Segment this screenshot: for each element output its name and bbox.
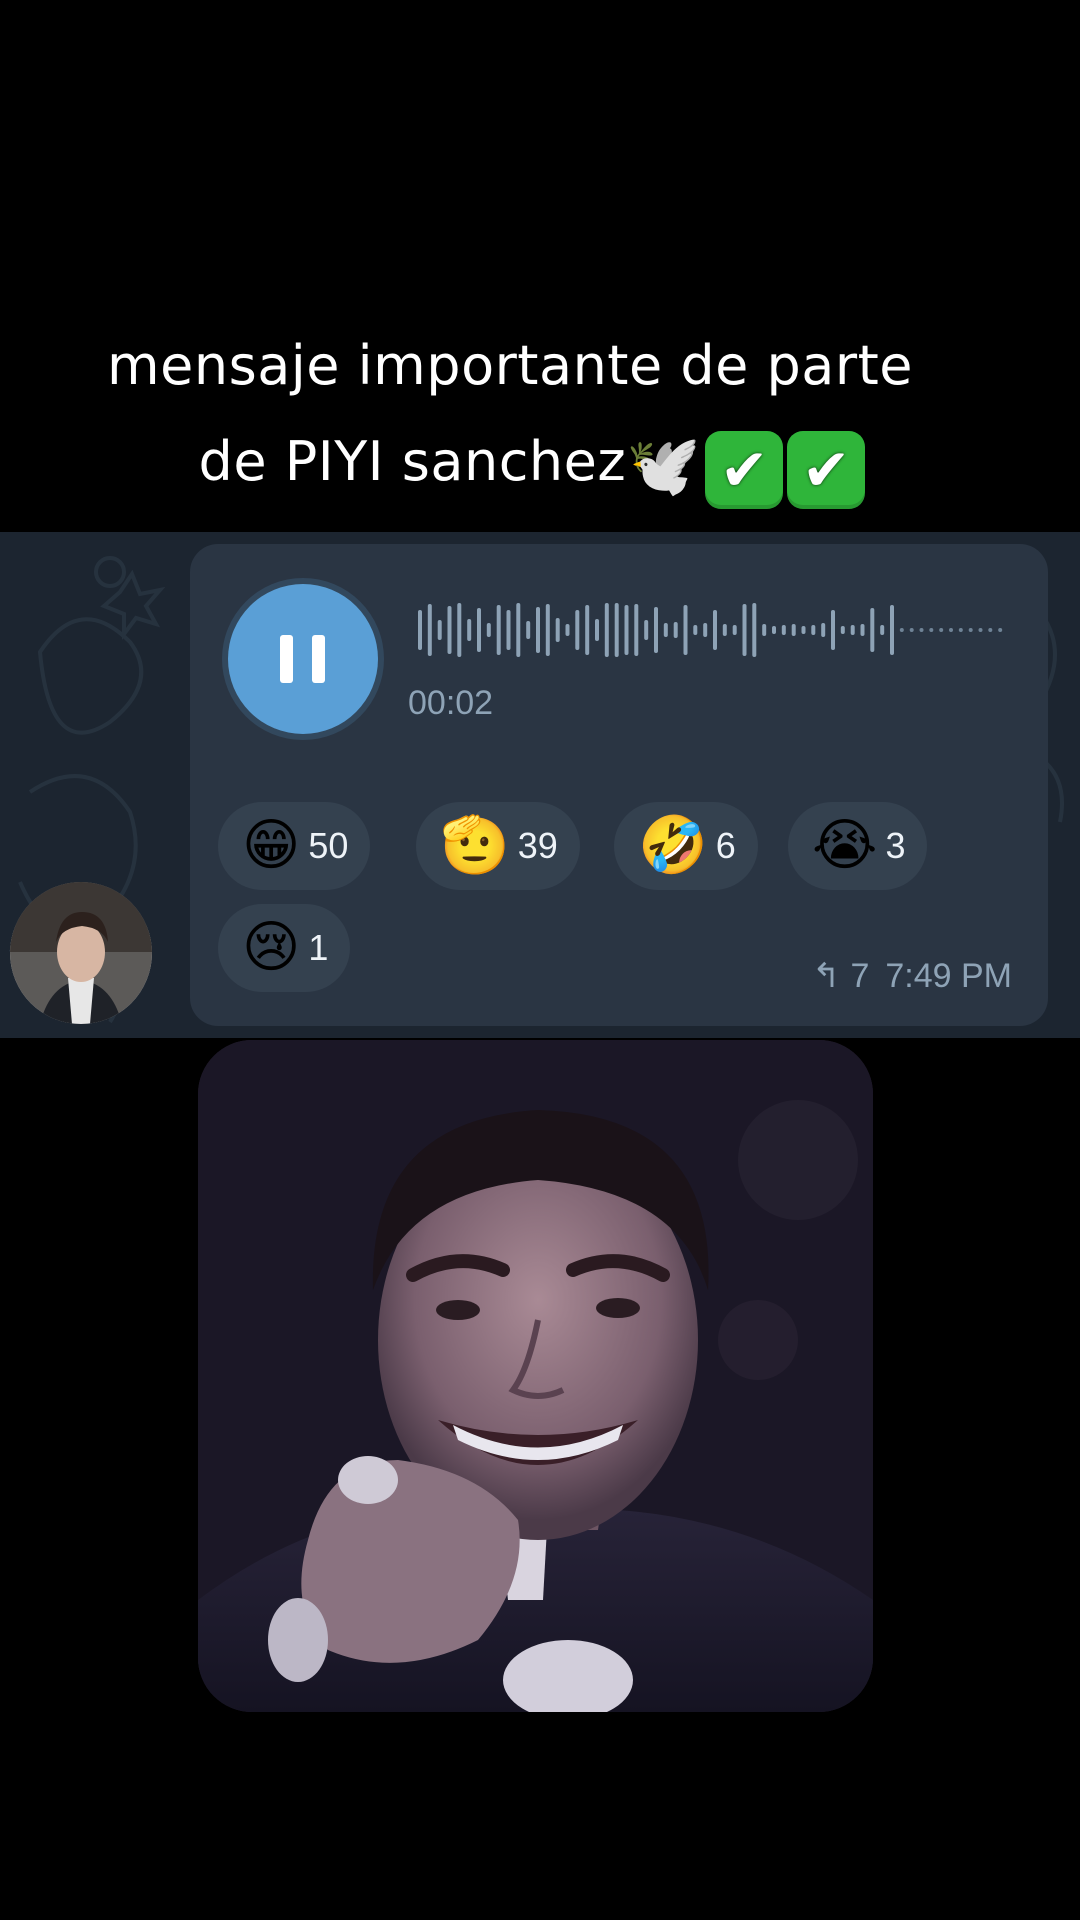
audio-waveform[interactable] — [418, 600, 1018, 660]
dove-emoji: 🕊️ — [626, 431, 702, 501]
waveform-bar — [919, 628, 924, 632]
pause-button[interactable] — [228, 584, 378, 734]
salute-emoji-icon: 🫡 — [440, 813, 510, 878]
waveform-bar — [978, 628, 983, 632]
waveform-bar — [840, 626, 845, 634]
waveform-bar — [811, 625, 816, 635]
waveform-bar — [634, 604, 639, 656]
crying-emoji-icon: 😢 — [242, 915, 301, 980]
waveform-bar — [693, 625, 698, 635]
waveform-bar — [772, 626, 776, 634]
waveform-bar — [526, 621, 531, 639]
waveform-bar — [654, 607, 658, 653]
reaction-count: 3 — [885, 825, 906, 866]
waveform-bar — [477, 608, 481, 652]
waveform-bar — [860, 624, 865, 636]
grinning-emoji-icon: 😁 — [242, 813, 301, 878]
waveform-bar — [614, 603, 619, 657]
waveform-bar — [821, 623, 826, 637]
waveform-bar — [516, 603, 521, 657]
waveform-bar — [850, 625, 855, 635]
waveform-bar — [457, 603, 462, 657]
pause-icon-bar — [312, 635, 325, 683]
forward-icon: ↰ — [811, 957, 841, 995]
waveform-bar — [565, 624, 570, 636]
waveform-bar — [909, 628, 914, 632]
chat-screenshot: 00:02 😁 50 🫡 39 🤣 6 😭 3 😢 1 ↰ 7 7:49 PM — [0, 532, 1080, 1038]
reaction-rofl[interactable]: 🤣 6 — [614, 802, 758, 890]
waveform-bar — [624, 605, 629, 655]
waveform-bar — [949, 628, 953, 632]
waveform-bar — [781, 625, 786, 635]
pause-icon — [280, 635, 293, 683]
waveform-bar — [604, 603, 609, 657]
waveform-bar — [722, 624, 727, 636]
waveform-bar — [673, 622, 678, 638]
message-time: 7:49 PM — [885, 956, 1012, 995]
waveform-bar — [752, 603, 757, 657]
waveform-bar — [939, 628, 944, 632]
waveform-bar — [998, 628, 1003, 632]
waveform-bar — [958, 628, 963, 632]
reaction-salute[interactable]: 🫡 39 — [416, 802, 580, 890]
sobbing-emoji-icon: 😭 — [812, 813, 878, 878]
reaction-count: 1 — [308, 927, 329, 968]
profile-photo — [198, 1040, 873, 1712]
rofl-emoji-icon: 🤣 — [638, 813, 708, 878]
waveform-bar — [703, 623, 708, 637]
waveform-bar — [644, 620, 649, 640]
waveform-bar — [801, 626, 806, 634]
waveform-bar — [496, 605, 501, 655]
caption-line-2-text: de PIYI sanchez — [198, 430, 627, 493]
checkmark-icon: ✔ — [787, 431, 866, 509]
waveform-bar — [870, 608, 875, 652]
caption-overlay: mensaje importante de parte de PIYI sanc… — [0, 318, 1080, 514]
waveform-bar — [536, 607, 540, 653]
waveform-bar — [988, 628, 993, 632]
forward-count: 7 — [850, 956, 870, 995]
waveform-bar — [575, 610, 580, 650]
waveform-bar — [713, 610, 717, 650]
waveform-bar — [890, 605, 894, 655]
waveform-bar — [418, 610, 422, 650]
reaction-count: 50 — [308, 825, 349, 866]
video-frame: mensaje importante de parte de PIYI sanc… — [0, 0, 1080, 1920]
waveform-bar — [831, 610, 835, 650]
reaction-sobbing[interactable]: 😭 3 — [788, 802, 928, 890]
caption-line-2: de PIYI sanchez🕊️ ✔ ✔ — [0, 414, 1072, 514]
voice-duration: 00:02 — [408, 684, 494, 722]
waveform-bar — [663, 623, 668, 637]
checkmark-icon: ✔ — [705, 431, 784, 509]
waveform-bar — [929, 628, 934, 632]
waveform-bar — [585, 605, 590, 655]
waveform-bar — [555, 618, 560, 642]
reaction-count: 6 — [715, 825, 736, 866]
message-meta: ↰ 7 7:49 PM — [812, 956, 1012, 996]
caption-line-1: mensaje importante de parte — [107, 334, 913, 397]
waveform-bar — [447, 606, 452, 654]
waveform-bar — [899, 628, 904, 632]
waveform-bar — [545, 604, 550, 656]
waveform-bar — [880, 625, 885, 635]
reaction-crying[interactable]: 😢 1 — [218, 904, 351, 992]
waveform-bar — [427, 604, 432, 656]
waveform-bar — [968, 628, 973, 632]
waveform-bar — [595, 619, 599, 641]
reaction-grinning[interactable]: 😁 50 — [218, 802, 371, 890]
waveform-bar — [467, 619, 472, 641]
waveform-bar — [762, 624, 767, 636]
waveform-bar — [437, 620, 442, 640]
voice-message-bubble: 00:02 😁 50 🫡 39 🤣 6 😭 3 😢 1 ↰ 7 7:49 PM — [190, 544, 1048, 1026]
waveform-bar — [506, 610, 511, 650]
sender-avatar[interactable] — [10, 882, 152, 1024]
waveform-bar — [683, 605, 688, 655]
waveform-bar — [742, 604, 747, 656]
waveform-bar — [486, 623, 491, 637]
reaction-count: 39 — [517, 825, 558, 866]
waveform-bar — [732, 625, 737, 635]
waveform-bar — [791, 624, 796, 636]
